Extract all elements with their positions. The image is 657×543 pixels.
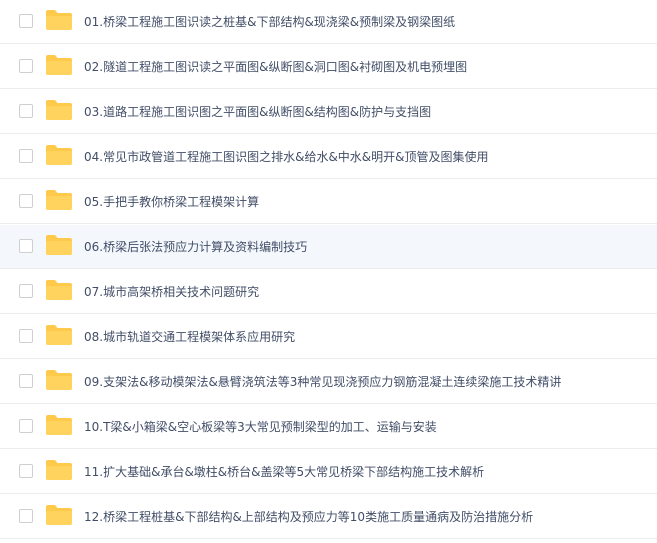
file-name[interactable]: 03.道路工程施工图识图之平面图&纵断图&结构图&防护与支挡图 [84,90,431,134]
list-item[interactable]: 06.桥梁后张法预应力计算及资料编制技巧 [0,225,657,269]
list-item[interactable]: 11.扩大基础&承台&墩柱&桥台&盖梁等5大常见桥梁下部结构施工技术解析 [0,450,657,494]
row-checkbox[interactable] [19,374,33,388]
file-name[interactable]: 08.城市轨道交通工程模架体系应用研究 [84,315,295,359]
list-item[interactable]: 09.支架法&移动模架法&悬臂浇筑法等3种常见现浇预应力钢筋混凝土连续梁施工技术… [0,360,657,404]
folder-icon [45,54,73,76]
file-list: 01.桥梁工程施工图识读之桩基&下部结构&现浇梁&预制梁及钢梁图纸 02.隧道工… [0,0,657,543]
file-name[interactable]: 04.常见市政管道工程施工图识图之排水&给水&中水&明开&顶管及图集使用 [84,135,489,179]
row-checkbox[interactable] [19,59,33,73]
row-checkbox[interactable] [19,194,33,208]
file-name[interactable]: 07.城市高架桥相关技术问题研究 [84,270,259,314]
folder-icon [45,279,73,301]
list-item[interactable]: 12.桥梁工程桩基&下部结构&上部结构及预应力等10类施工质量通病及防治措施分析 [0,495,657,539]
row-checkbox[interactable] [19,284,33,298]
list-item[interactable]: 04.常见市政管道工程施工图识图之排水&给水&中水&明开&顶管及图集使用 [0,135,657,179]
folder-icon [45,9,73,31]
folder-icon [45,504,73,526]
folder-icon [45,99,73,121]
file-name[interactable]: 02.隧道工程施工图识读之平面图&纵断图&洞口图&衬砌图及机电预埋图 [84,45,467,89]
file-name[interactable]: 10.T梁&小箱梁&空心板梁等3大常见预制梁型的加工、运输与安装 [84,405,437,449]
list-item[interactable]: 05.手把手教你桥梁工程模架计算 [0,180,657,224]
row-checkbox[interactable] [19,419,33,433]
list-item[interactable]: 02.隧道工程施工图识读之平面图&纵断图&洞口图&衬砌图及机电预埋图 [0,45,657,89]
row-checkbox[interactable] [19,464,33,478]
file-name[interactable]: 11.扩大基础&承台&墩柱&桥台&盖梁等5大常见桥梁下部结构施工技术解析 [84,450,484,494]
list-item[interactable]: 08.城市轨道交通工程模架体系应用研究 [0,315,657,359]
row-checkbox[interactable] [19,329,33,343]
list-item[interactable]: 01.桥梁工程施工图识读之桩基&下部结构&现浇梁&预制梁及钢梁图纸 [0,0,657,44]
list-item[interactable]: 10.T梁&小箱梁&空心板梁等3大常见预制梁型的加工、运输与安装 [0,405,657,449]
row-checkbox[interactable] [19,104,33,118]
file-name[interactable]: 12.桥梁工程桩基&下部结构&上部结构及预应力等10类施工质量通病及防治措施分析 [84,495,533,539]
row-checkbox[interactable] [19,14,33,28]
row-checkbox[interactable] [19,509,33,523]
row-checkbox[interactable] [19,239,33,253]
folder-icon [45,324,73,346]
list-item[interactable]: 03.道路工程施工图识图之平面图&纵断图&结构图&防护与支挡图 [0,90,657,134]
file-name[interactable]: 09.支架法&移动模架法&悬臂浇筑法等3种常见现浇预应力钢筋混凝土连续梁施工技术… [84,360,561,404]
folder-icon [45,459,73,481]
file-name[interactable]: 06.桥梁后张法预应力计算及资料编制技巧 [84,225,307,269]
folder-icon [45,414,73,436]
folder-icon [45,189,73,211]
folder-icon [45,144,73,166]
file-name[interactable]: 05.手把手教你桥梁工程模架计算 [84,180,259,224]
file-name[interactable]: 01.桥梁工程施工图识读之桩基&下部结构&现浇梁&预制梁及钢梁图纸 [84,0,455,44]
folder-icon [45,369,73,391]
row-checkbox[interactable] [19,149,33,163]
folder-icon [45,234,73,256]
list-item[interactable]: 07.城市高架桥相关技术问题研究 [0,270,657,314]
